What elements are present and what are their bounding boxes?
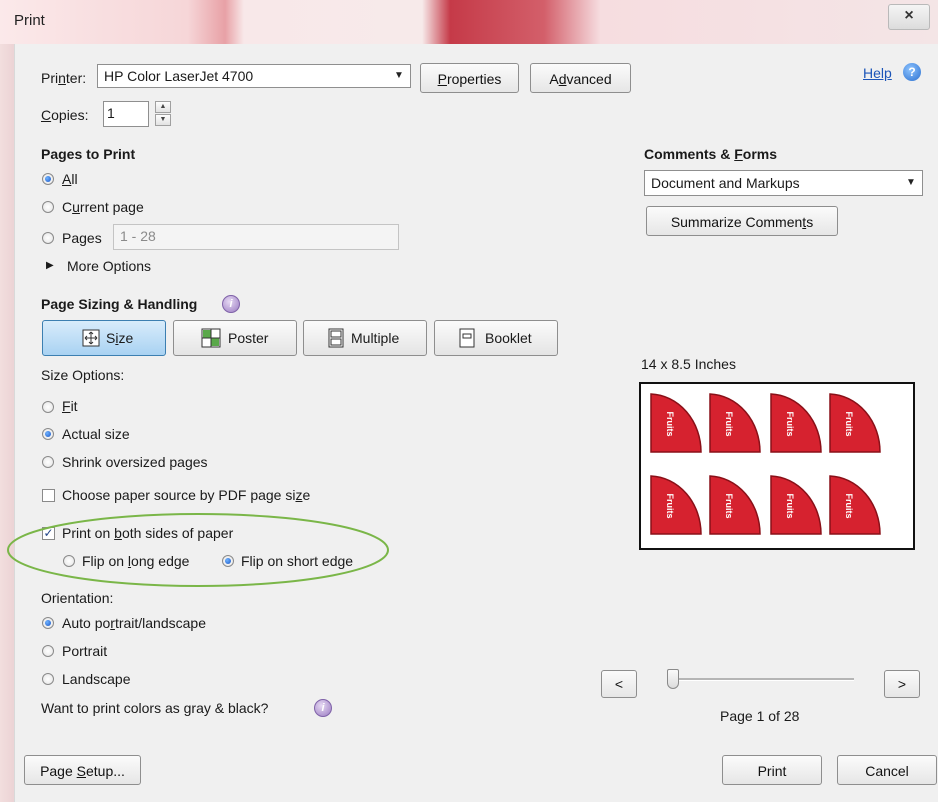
preview-tile-text: Fruits	[665, 493, 675, 518]
radio-all[interactable]	[42, 173, 54, 185]
close-button[interactable]: ×	[888, 4, 930, 30]
tab-size-label: Size	[106, 330, 134, 346]
preview-tile-text: Fruits	[785, 411, 795, 436]
preview-tile: Fruits	[770, 475, 822, 535]
preview-tile: Fruits	[770, 393, 822, 453]
advanced-button[interactable]: Advanced	[530, 63, 631, 93]
poster-icon	[201, 328, 221, 348]
page-sizing-heading: Page Sizing & Handling	[41, 296, 198, 312]
print-preview: Fruits Fruits Fruits Fruits Fruits Fruits Frui…	[639, 382, 915, 550]
comments-forms-value: Document and Markups	[651, 175, 800, 191]
orientation-label: Orientation:	[41, 590, 114, 606]
page-slider-track[interactable]	[668, 678, 854, 681]
tab-booklet-label: Booklet	[485, 330, 532, 346]
info-icon[interactable]: i	[314, 699, 332, 717]
next-page-button[interactable]: >	[884, 670, 920, 698]
preview-tile: Fruits	[650, 475, 702, 535]
window-title: Print	[14, 12, 45, 29]
copies-value: 1	[107, 105, 115, 121]
help-link[interactable]: Help	[863, 65, 892, 81]
radio-landscape[interactable]	[42, 673, 54, 685]
radio-shrink-label[interactable]: Shrink oversized pages	[62, 454, 208, 470]
title-bar	[0, 0, 938, 45]
page-setup-button[interactable]: Page Setup...	[24, 755, 141, 785]
radio-portrait-label[interactable]: Portrait	[62, 643, 107, 659]
tab-booklet[interactable]: Booklet	[434, 320, 558, 356]
pages-range-value: 1 - 28	[120, 228, 156, 244]
window-frame-edge	[0, 44, 14, 802]
preview-tile-text: Fruits	[844, 411, 854, 436]
radio-pages-label[interactable]: Pages	[62, 230, 102, 246]
copies-down-button[interactable]: ▼	[155, 114, 171, 126]
chevron-down-icon: ▼	[906, 177, 916, 188]
copies-up-button[interactable]: ▲	[155, 101, 171, 113]
preview-tile: Fruits	[709, 475, 761, 535]
comments-forms-select[interactable]: Document and Markups ▼	[644, 170, 923, 196]
radio-auto-orientation[interactable]	[42, 617, 54, 629]
info-icon[interactable]: i	[222, 295, 240, 313]
printer-label: Printer:	[41, 70, 87, 86]
pages-range-input[interactable]: 1 - 28	[113, 224, 399, 250]
pages-to-print-heading: Pages to Print	[41, 146, 136, 162]
preview-tile-text: Fruits	[724, 411, 734, 436]
comments-forms-heading: Comments & Forms	[644, 146, 778, 162]
printer-value: HP Color LaserJet 4700	[104, 68, 254, 84]
more-options-toggle[interactable]: More Options	[67, 258, 151, 274]
tab-poster-label: Poster	[228, 330, 269, 346]
print-button[interactable]: Print	[722, 755, 822, 785]
radio-actual-size[interactable]	[42, 428, 54, 440]
close-icon: ×	[904, 7, 914, 24]
printer-select[interactable]: HP Color LaserJet 4700 ▼	[97, 64, 411, 88]
cancel-button[interactable]: Cancel	[837, 755, 937, 785]
multiple-pages-icon	[328, 328, 344, 348]
radio-auto-orientation-label[interactable]: Auto portrait/landscape	[62, 615, 206, 631]
tab-size[interactable]: Size	[42, 320, 166, 356]
tab-multiple[interactable]: Multiple	[303, 320, 427, 356]
gray-print-label: Want to print colors as gray & black?	[41, 700, 269, 716]
tab-poster[interactable]: Poster	[173, 320, 297, 356]
preview-tile-text: Fruits	[724, 493, 734, 518]
expand-triangle-icon[interactable]: ▶	[46, 260, 54, 271]
radio-pages[interactable]	[42, 232, 54, 244]
radio-current-page[interactable]	[42, 201, 54, 213]
radio-fit-label[interactable]: Fit	[62, 398, 78, 414]
radio-portrait[interactable]	[42, 645, 54, 657]
preview-tile: Fruits	[829, 393, 881, 453]
copies-label: Copies:	[41, 107, 89, 123]
size-options-label: Size Options:	[41, 367, 125, 383]
tab-multiple-label: Multiple	[351, 330, 400, 346]
preview-tile: Fruits	[650, 393, 702, 453]
prev-page-button[interactable]: <	[601, 670, 637, 698]
booklet-icon	[459, 328, 475, 348]
paper-source-label[interactable]: Choose paper source by PDF page size	[62, 487, 310, 503]
preview-tile: Fruits	[829, 475, 881, 535]
preview-tile-text: Fruits	[844, 493, 854, 518]
page-indicator: Page 1 of 28	[720, 708, 800, 724]
summarize-comments-button[interactable]: Summarize Comments	[646, 206, 838, 236]
radio-shrink[interactable]	[42, 456, 54, 468]
radio-current-page-label[interactable]: Current page	[62, 199, 144, 215]
radio-fit[interactable]	[42, 401, 54, 413]
radio-all-label[interactable]: All	[62, 171, 78, 187]
preview-tile-text: Fruits	[785, 493, 795, 518]
chevron-down-icon: ▼	[394, 70, 404, 81]
duplex-highlight-ellipse	[7, 513, 389, 587]
help-icon[interactable]: ?	[903, 63, 921, 81]
preview-tile: Fruits	[709, 393, 761, 453]
properties-button[interactable]: Properties	[420, 63, 519, 93]
page-slider-thumb[interactable]	[667, 669, 679, 689]
paper-source-checkbox[interactable]	[42, 489, 55, 502]
copies-input[interactable]: 1	[103, 101, 149, 127]
radio-actual-size-label[interactable]: Actual size	[62, 426, 130, 442]
preview-tile-text: Fruits	[665, 411, 675, 436]
radio-landscape-label[interactable]: Landscape	[62, 671, 131, 687]
size-icon	[82, 329, 100, 347]
preview-size-label: 14 x 8.5 Inches	[641, 356, 736, 372]
